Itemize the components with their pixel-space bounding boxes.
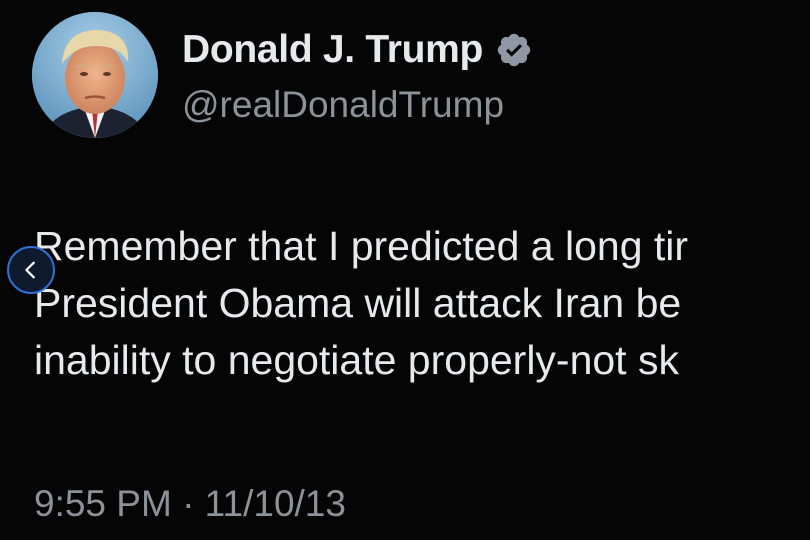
- author-display-name[interactable]: Donald J. Trump: [182, 28, 483, 72]
- tweet-timestamp[interactable]: 9:55 PM · 11/10/13: [34, 483, 346, 525]
- author-name-row: Donald J. Trump: [182, 28, 533, 72]
- tweet-text-line: Remember that I predicted a long tir: [34, 223, 689, 269]
- tweet-text-line: inability to negotiate properly-not sk: [34, 337, 679, 383]
- profile-avatar[interactable]: [32, 12, 158, 138]
- chevron-left-icon: [25, 261, 35, 279]
- verified-badge-icon: [497, 33, 531, 67]
- previous-button[interactable]: [7, 246, 55, 294]
- author-handle[interactable]: @realDonaldTrump: [182, 84, 504, 126]
- tweet-text-line: President Obama will attack Iran be: [34, 280, 682, 326]
- tweet-body: Remember that I predicted a long tir Pre…: [34, 218, 810, 389]
- tweet-screenshot: Donald J. Trump @realDonaldTrump Remembe…: [0, 0, 810, 540]
